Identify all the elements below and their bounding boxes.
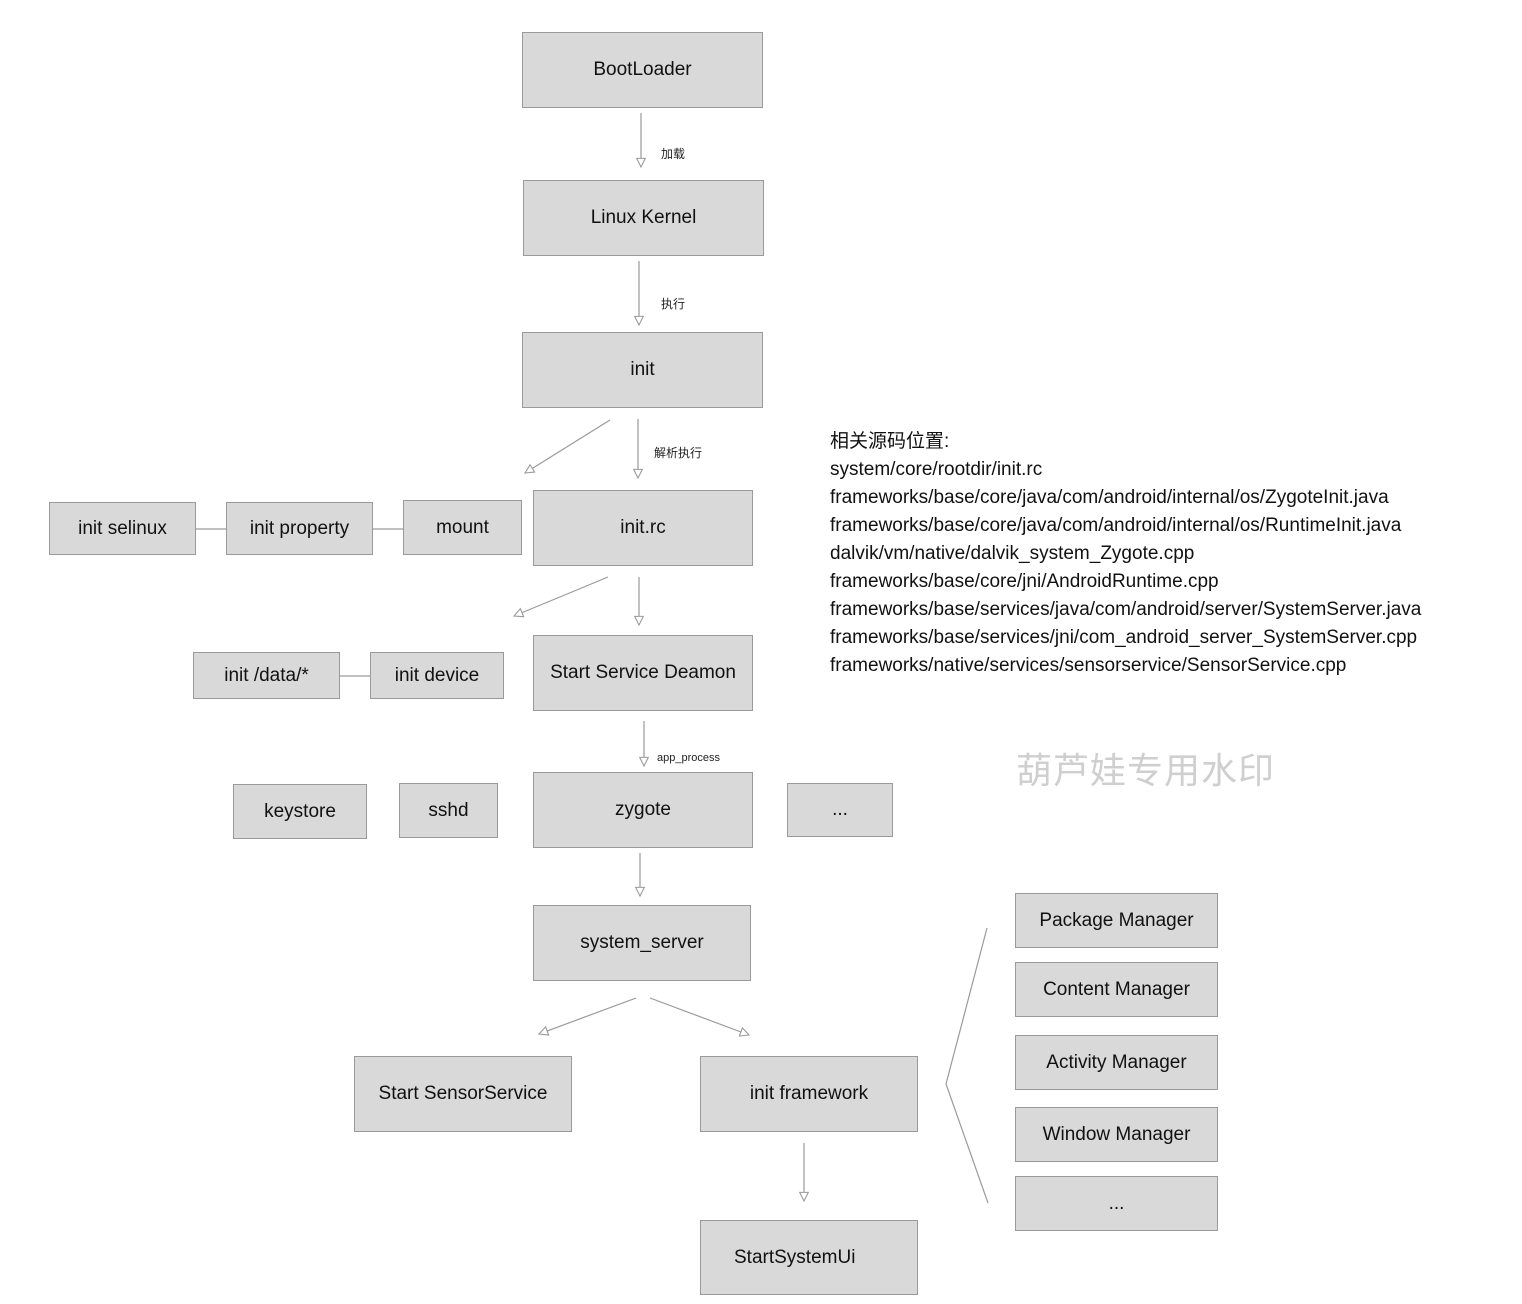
node-init-rc: init.rc [533,490,753,566]
node-linux-kernel: Linux Kernel [523,180,764,256]
node-keystore: keystore [233,784,367,839]
node-bootloader: BootLoader [522,32,763,108]
edge-label-execute: 执行 [661,297,686,311]
node-package-manager: Package Manager [1015,893,1218,948]
managers-bracket [945,927,989,1204]
source-path: frameworks/base/core/java/com/android/in… [830,487,1389,508]
node-zygote: zygote [533,772,753,848]
edge-init-mount [525,419,611,473]
edge-initrc-init-device [514,576,609,616]
source-path: frameworks/base/core/jni/AndroidRuntime.… [830,571,1219,592]
node-sshd: sshd [399,783,498,838]
source-path: frameworks/native/services/sensorservice… [830,655,1347,676]
edge-label-load: 加载 [661,147,686,161]
node-activity-manager: Activity Manager [1015,1035,1218,1090]
edge-systemserver-framework [649,997,749,1035]
node-init-framework: init framework [700,1056,918,1132]
node-system-server: system_server [533,905,751,981]
node-start-service-daemon: Start Service Deamon [533,635,753,711]
source-path: frameworks/base/services/java/com/androi… [830,599,1422,620]
node-init-device: init device [370,652,504,699]
node-init-property: init property [226,502,373,555]
node-init-selinux: init selinux [49,502,196,555]
source-path: dalvik/vm/native/dalvik_system_Zygote.cp… [830,543,1195,564]
node-init-data: init /data/* [193,652,340,699]
node-start-system-ui: StartSystemUi [700,1220,918,1295]
node-content-manager: Content Manager [1015,962,1218,1017]
node-mount: mount [403,500,522,555]
source-path: frameworks/base/core/java/com/android/in… [830,515,1402,536]
edge-label-app-process: app_process [657,752,720,764]
node-init: init [522,332,763,408]
source-path: frameworks/base/services/jni/com_android… [830,627,1418,648]
node-window-manager: Window Manager [1015,1107,1218,1162]
watermark-text: 葫芦娃专用水印 [1016,751,1276,792]
edge-label-parse-execute: 解析执行 [654,446,703,460]
node-managers-more: ... [1015,1176,1218,1231]
node-start-sensor-service: Start SensorService [354,1056,572,1132]
edge-systemserver-sensorservice [539,997,637,1034]
source-path: system/core/rootdir/init.rc [830,459,1043,480]
source-locations-note: 相关源码位置: system/core/rootdir/init.rc fram… [830,428,1421,680]
node-zygote-more: ... [787,783,893,837]
source-locations-title: 相关源码位置: [830,431,950,452]
boot-flow-diagram: 加载 执行 解析执行 app_process BootLoader Linux … [0,0,1522,1304]
